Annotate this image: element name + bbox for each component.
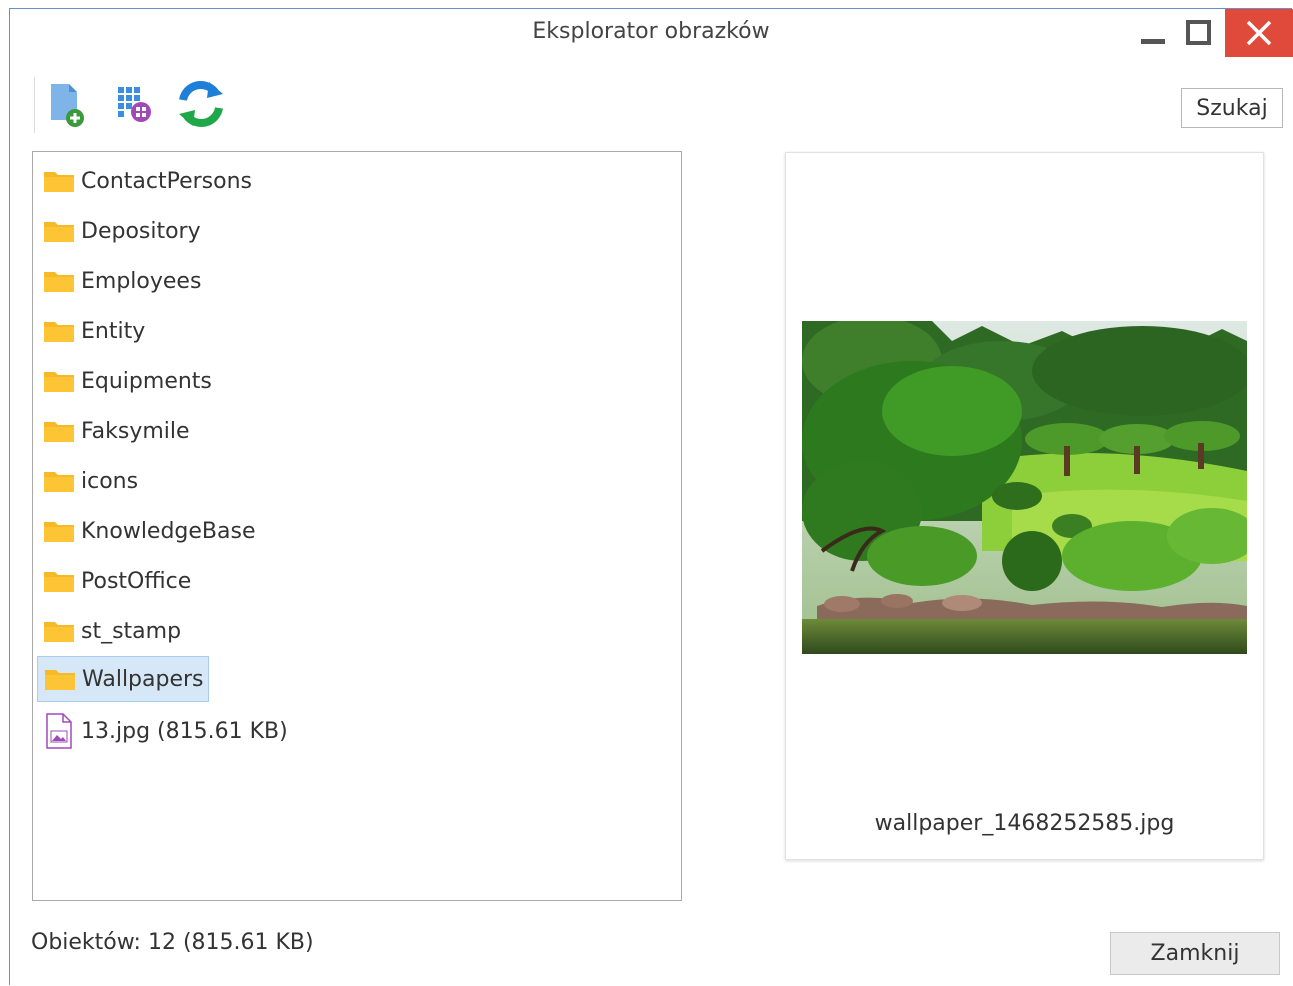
thumbnails-button[interactable] <box>106 77 160 131</box>
folder-icon <box>44 222 74 242</box>
maximize-button[interactable] <box>1176 9 1222 56</box>
refresh-icon <box>179 81 223 127</box>
image-explorer-window: Eksplorator obrazków Szukaj ContactPerso… <box>9 8 1293 985</box>
tree-item-label: Faksymile <box>81 418 190 444</box>
folder-icon <box>44 572 74 592</box>
folder-icon <box>44 422 74 442</box>
tree-item-label: Wallpapers <box>82 666 204 692</box>
image-preview-panel: wallpaper_1468252585.jpg <box>785 152 1264 860</box>
minimize-button[interactable] <box>1130 9 1176 56</box>
folder-icon <box>44 622 74 642</box>
tree-item-entity[interactable]: Entity <box>37 308 149 354</box>
tree-item-faksymile[interactable]: Faksymile <box>37 408 194 454</box>
folder-icon <box>44 322 74 342</box>
folder-icon <box>44 272 74 292</box>
refresh-button[interactable] <box>174 77 228 131</box>
tree-item-postoffice[interactable]: PostOffice <box>37 558 195 604</box>
tree-item-contactpersons[interactable]: ContactPersons <box>37 158 256 204</box>
tree-item-equipments[interactable]: Equipments <box>37 358 216 404</box>
tree-item-st-stamp[interactable]: st_stamp <box>37 608 185 654</box>
window-title: Eksplorator obrazków <box>532 19 770 44</box>
folder-icon <box>44 472 74 492</box>
preview-caption: wallpaper_1468252585.jpg <box>874 811 1175 836</box>
image-file-icon <box>46 713 72 749</box>
maximize-icon <box>1186 19 1211 45</box>
tree-item-label: KnowledgeBase <box>81 518 256 544</box>
close-dialog-button[interactable]: Zamknij <box>1110 932 1280 975</box>
status-text: Obiektów: 12 (815.61 KB) <box>31 930 314 955</box>
tree-item-label: ContactPersons <box>81 168 252 194</box>
tree-item-employees[interactable]: Employees <box>37 258 205 304</box>
tree-item-13-jpg[interactable]: 13.jpg (815.61 KB) <box>37 708 292 754</box>
folder-icon <box>44 172 74 192</box>
folder-icon <box>45 670 75 690</box>
tree-item-label: icons <box>81 468 139 494</box>
new-file-button[interactable] <box>38 77 92 131</box>
tree-item-label: Employees <box>81 268 202 294</box>
window-close-button[interactable] <box>1225 9 1293 57</box>
folder-tree: ContactPersons Depository Employees Enti… <box>32 151 682 901</box>
tree-item-label: Depository <box>81 218 201 244</box>
tree-item-wallpapers[interactable]: Wallpapers <box>37 656 209 702</box>
tree-item-label: Equipments <box>81 368 212 394</box>
preview-image[interactable] <box>802 321 1247 654</box>
close-icon <box>1246 20 1272 46</box>
grid-view-icon <box>118 87 151 122</box>
tree-item-knowledgebase[interactable]: KnowledgeBase <box>37 508 260 554</box>
file-add-icon <box>51 84 84 127</box>
tree-item-label: st_stamp <box>81 618 182 644</box>
search-button[interactable]: Szukaj <box>1181 88 1283 128</box>
toolbar-separator <box>34 77 35 133</box>
tree-item-icons[interactable]: icons <box>37 458 142 504</box>
folder-icon <box>44 372 74 392</box>
tree-item-label: Entity <box>81 318 146 344</box>
folder-icon <box>44 522 74 542</box>
tree-item-label: PostOffice <box>81 568 192 594</box>
tree-item-label: 13.jpg (815.61 KB) <box>81 718 288 744</box>
minimize-icon <box>1141 38 1165 44</box>
tree-item-depository[interactable]: Depository <box>37 208 205 254</box>
